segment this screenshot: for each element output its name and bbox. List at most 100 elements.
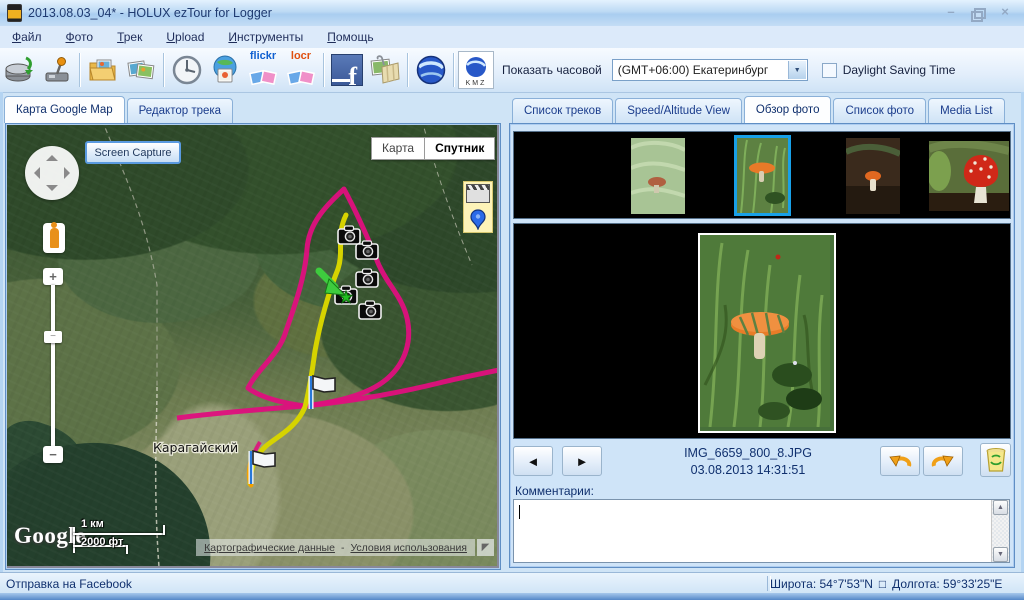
scroll-up-icon[interactable]: ▲ (993, 500, 1008, 515)
tab-speed-altitude[interactable]: Speed/Altitude View (615, 98, 742, 123)
scale-ft-label: 2000 фт (81, 536, 124, 548)
longitude-value: Долгота: 59°33'25"E (892, 576, 1003, 591)
flickr-icon (249, 69, 278, 86)
toolbar-separator (323, 53, 325, 87)
tab-media-list[interactable]: Media List (928, 98, 1005, 123)
menu-bar: Файл Фото Трек Upload Инструменты Помощь (0, 26, 1024, 49)
map-canvas[interactable]: Карагайский Screen Capture Карта Спутник (7, 125, 497, 566)
clock-icon (172, 55, 202, 85)
photo-thumbnail[interactable] (929, 141, 1009, 211)
window-title: 2013.08.03_04* - HOLUX ezTour for Logger (28, 6, 272, 20)
zoom-out-button[interactable]: − (43, 446, 63, 463)
zoom-in-button[interactable]: + (43, 268, 63, 285)
close-button[interactable]: × (994, 4, 1016, 21)
rotate-right-button[interactable] (923, 446, 963, 476)
read-device-button[interactable] (0, 51, 38, 89)
export-kmz-button[interactable]: KMZ (458, 51, 494, 89)
thumbnail-image (737, 138, 788, 213)
placemark-pin-icon[interactable] (469, 208, 487, 230)
photo-thumbnail[interactable] (846, 138, 900, 214)
tab-photo-list[interactable]: Список фото (833, 98, 927, 123)
pan-down-icon[interactable] (46, 185, 58, 191)
web-album-icon (213, 55, 237, 83)
camera-marker (355, 268, 379, 288)
tab-photo-view[interactable]: Обзор фото (743, 96, 832, 123)
scale-km-label: 1 км (81, 518, 104, 530)
photo-datetime: 03.08.2013 14:31:51 (690, 463, 806, 477)
menu-photo[interactable]: Фото (54, 28, 106, 46)
map-panel: Карагайский Screen Capture Карта Спутник (5, 123, 501, 570)
title-bar[interactable]: 2013.08.03_04* - HOLUX ezTour for Logger… (0, 0, 1024, 27)
photo-panel: ◄ ► IMG_6659_800_8.JPG 03.08.2013 14:31:… (509, 123, 1015, 568)
comments-input[interactable]: ▲ ▼ (513, 499, 1010, 563)
tab-google-map[interactable]: Карта Google Map (4, 96, 125, 123)
zoom-slider-handle[interactable]: − (44, 331, 62, 343)
google-earth-button[interactable] (412, 51, 450, 89)
photo-image (700, 235, 830, 428)
satellite-mode-button[interactable]: Спутник (425, 137, 496, 160)
locr-icon (287, 69, 316, 86)
map-pan-control[interactable] (25, 146, 79, 200)
photo-map-button[interactable] (366, 51, 404, 89)
toolbar-separator (79, 53, 81, 87)
thumbnail-image (846, 138, 900, 214)
minimize-button[interactable]: – (940, 4, 962, 21)
photo-thumbnail[interactable] (631, 138, 685, 214)
menu-track[interactable]: Трек (105, 28, 154, 46)
tab-track-list[interactable]: Список треков (512, 98, 614, 123)
locr-button[interactable]: locr (282, 50, 320, 89)
flickr-button[interactable]: flickr (244, 50, 282, 89)
menu-tools[interactable]: Инструменты (216, 28, 315, 46)
thumbnail-strip[interactable] (513, 131, 1011, 219)
corner-arrow-icon[interactable]: ◤ (477, 539, 494, 556)
right-tab-row: Список треков Speed/Altitude View Обзор … (512, 96, 1007, 123)
timezone-select[interactable]: (GMT+06:00) Екатеринбург ▼ (611, 59, 808, 81)
dst-checkbox[interactable] (821, 62, 837, 78)
menu-help[interactable]: Помощь (315, 28, 385, 46)
camera-marker (355, 240, 379, 260)
attribution-link[interactable]: Картографические данные (204, 542, 335, 554)
pan-up-icon[interactable] (46, 155, 58, 161)
text-caret (519, 505, 520, 519)
comments-scrollbar[interactable]: ▲ ▼ (991, 500, 1009, 562)
map-mode-button[interactable]: Карта (371, 137, 426, 160)
toolbar-separator (453, 53, 455, 87)
kmz-label: KMZ (465, 80, 487, 87)
delete-photo-button[interactable] (980, 443, 1011, 477)
photo-thumbnail-selected[interactable] (734, 135, 791, 216)
dst-label: Daylight Saving Time (842, 63, 956, 77)
clock-button[interactable] (168, 51, 206, 89)
add-photos-button[interactable] (122, 51, 160, 89)
pan-left-icon[interactable] (34, 167, 40, 179)
menu-file[interactable]: Файл (0, 28, 54, 46)
photo-filename: IMG_6659_800_8.JPG (684, 446, 812, 460)
movie-icon[interactable] (466, 184, 490, 204)
thumbnail-image (631, 138, 685, 214)
left-tab-row: Карта Google Map Редактор трека (4, 96, 235, 123)
terms-link[interactable]: Условия использования (350, 542, 467, 554)
restore-button[interactable] (968, 4, 990, 22)
previous-icon: ◄ (526, 453, 540, 469)
device-config-icon (45, 57, 69, 82)
zoom-slider-track[interactable] (51, 285, 55, 447)
next-photo-button[interactable]: ► (562, 446, 602, 476)
menu-upload[interactable]: Upload (154, 28, 216, 46)
pan-right-icon[interactable] (64, 167, 70, 179)
facebook-button[interactable]: f (328, 51, 366, 91)
scroll-down-icon[interactable]: ▼ (993, 547, 1008, 562)
screen-capture-button[interactable]: Screen Capture (85, 141, 181, 164)
rotate-left-button[interactable] (880, 446, 920, 476)
trash-icon (986, 448, 1005, 472)
add-photos-icon (127, 60, 155, 80)
open-photo-folder-button[interactable] (84, 51, 122, 89)
pegman-control[interactable] (43, 222, 65, 253)
previous-photo-button[interactable]: ◄ (513, 446, 553, 476)
map-mini-toolbar (463, 181, 493, 233)
web-album-button[interactable] (206, 51, 244, 89)
pegman-icon (49, 222, 59, 248)
tab-track-editor[interactable]: Редактор трека (126, 98, 234, 123)
device-config-button[interactable] (38, 51, 76, 89)
chevron-down-icon[interactable]: ▼ (787, 61, 806, 79)
flickr-wordmark: flickr (249, 50, 277, 62)
camera-marker (337, 225, 361, 245)
